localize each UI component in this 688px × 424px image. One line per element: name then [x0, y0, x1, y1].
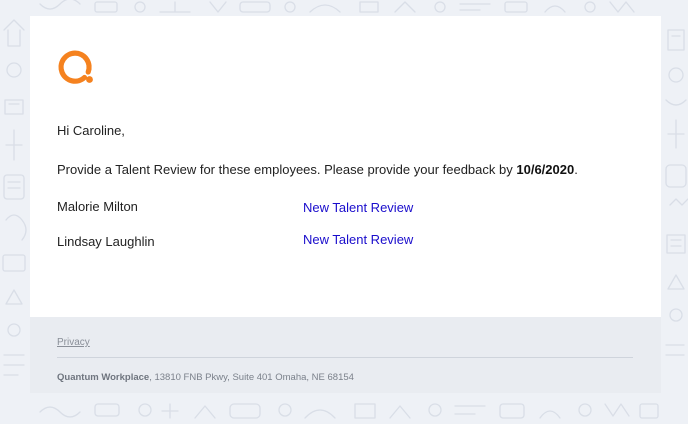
- email-footer: Privacy Quantum Workplace, 13810 FNB Pkw…: [30, 317, 661, 393]
- employee-name: Lindsay Laughlin: [57, 234, 155, 249]
- company-address: Quantum Workplace, 13810 FNB Pkwy, Suite…: [57, 372, 354, 383]
- company-name: Quantum Workplace: [57, 372, 150, 383]
- quantum-workplace-logo-icon: [58, 50, 93, 84]
- footer-divider: [57, 357, 633, 358]
- new-talent-review-link[interactable]: New Talent Review: [303, 200, 413, 215]
- instruction-text: Provide a Talent Review for these employ…: [57, 162, 578, 177]
- new-talent-review-link[interactable]: New Talent Review: [303, 232, 413, 247]
- employee-name: Malorie Milton: [57, 199, 138, 214]
- instruction-body: Provide a Talent Review for these employ…: [57, 162, 513, 177]
- due-date: 10/6/2020: [516, 162, 575, 177]
- greeting-text: Hi Caroline,: [57, 123, 125, 138]
- email-card: Hi Caroline, Provide a Talent Review for…: [30, 16, 661, 317]
- address-text: , 13810 FNB Pkwy, Suite 401 Omaha, NE 68…: [149, 372, 354, 383]
- privacy-link[interactable]: Privacy: [57, 337, 90, 348]
- instruction-suffix: .: [574, 162, 578, 177]
